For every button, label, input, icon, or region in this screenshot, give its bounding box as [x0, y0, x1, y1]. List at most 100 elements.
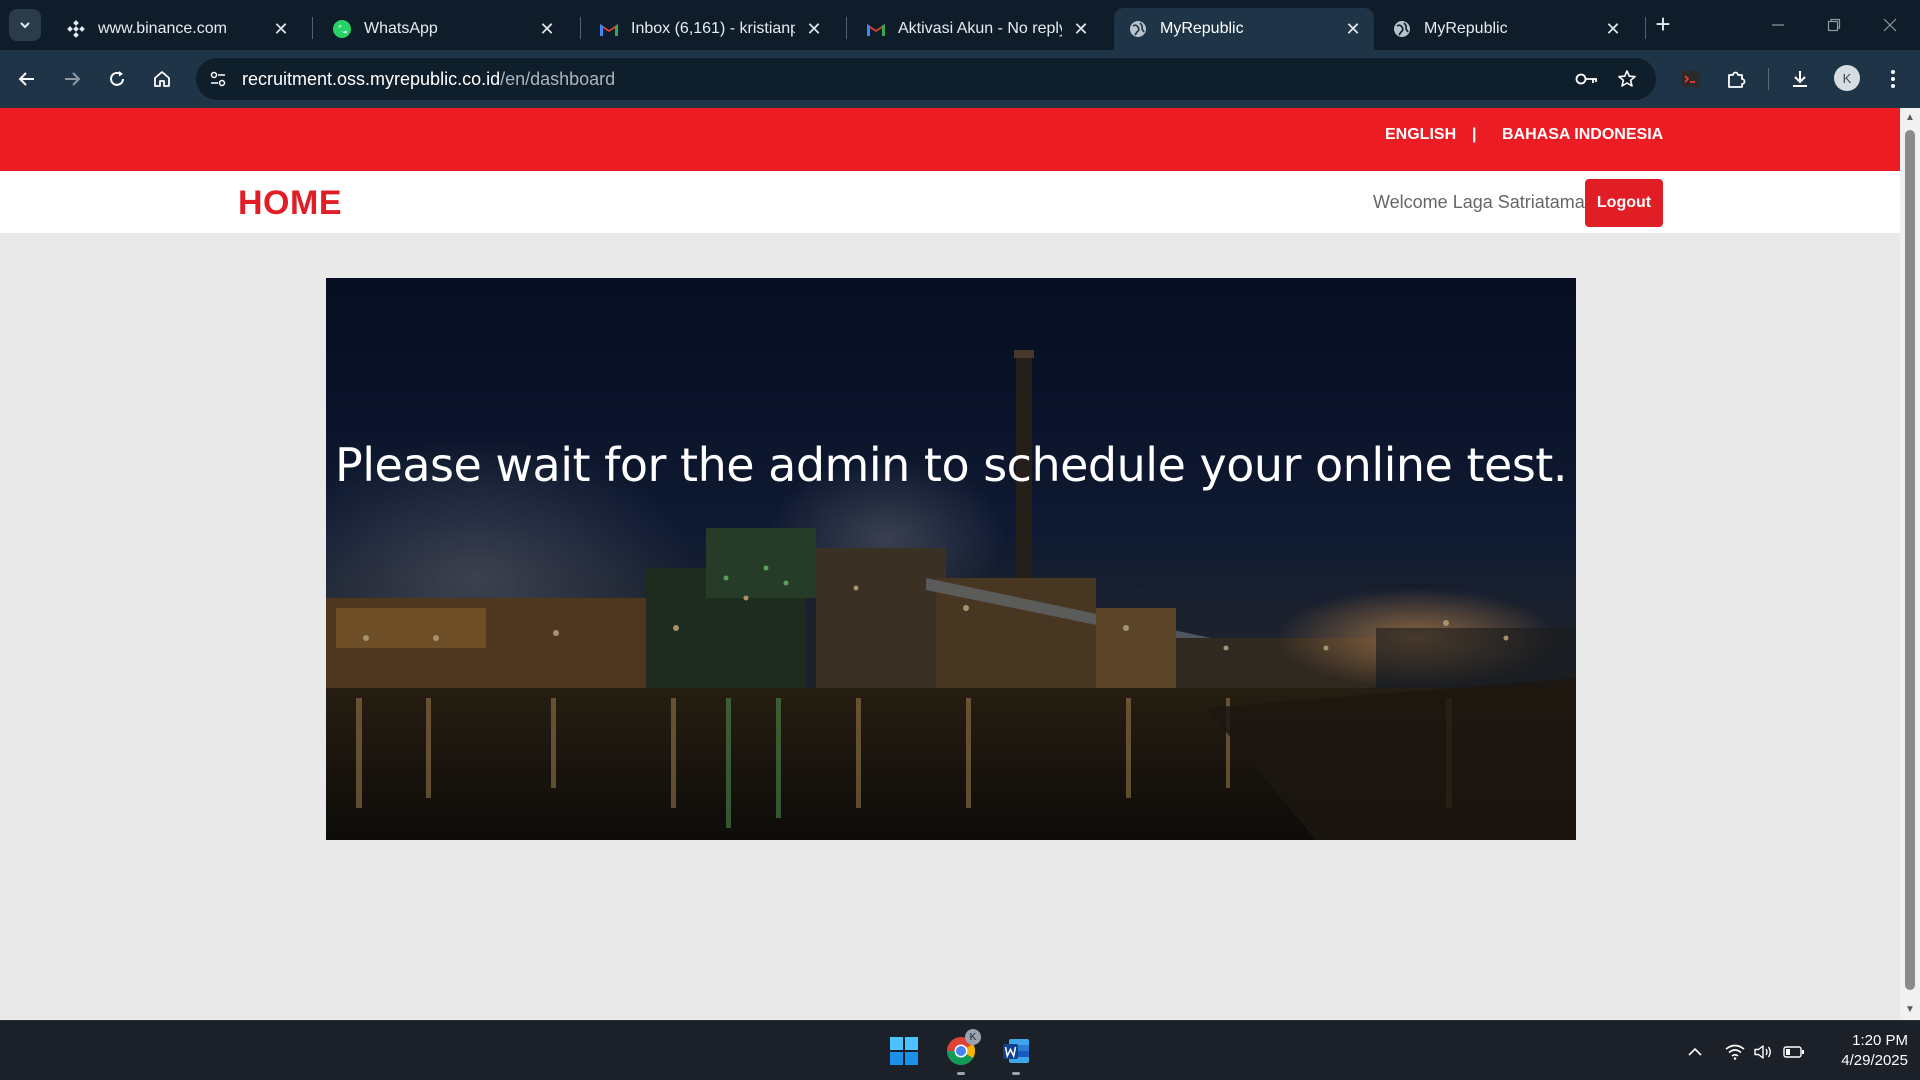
tab-gmail-inbox[interactable]: Inbox (6,161) - kristianptr2 ✕	[585, 8, 835, 50]
close-icon[interactable]: ✕	[1070, 18, 1092, 40]
toolbar-divider	[1768, 68, 1769, 90]
terminal-extension-icon	[1682, 71, 1700, 87]
show-hidden-icons-button[interactable]	[1684, 1041, 1706, 1063]
new-tab-button[interactable]: +	[1650, 11, 1676, 38]
restore-icon	[1827, 18, 1841, 32]
home-link[interactable]: HOME	[238, 184, 342, 223]
start-button[interactable]	[884, 1031, 924, 1071]
url-path: /en/dashboard	[500, 68, 616, 89]
running-indicator	[1012, 1072, 1020, 1075]
tab-title: MyRepublic	[1160, 20, 1244, 37]
running-indicator	[957, 1072, 965, 1075]
bookmark-button[interactable]	[1610, 62, 1644, 96]
vertical-scrollbar[interactable]: ▲ ▼	[1900, 108, 1920, 1020]
tab-title: MyRepublic	[1424, 20, 1508, 37]
tab-divider	[312, 17, 313, 39]
home-button[interactable]	[145, 62, 179, 96]
clock-time: 1:20 PM	[1852, 1032, 1908, 1049]
gmail-icon	[866, 19, 886, 39]
url-host: recruitment.oss.myrepublic.co.id	[242, 68, 501, 89]
language-indonesian-link[interactable]: BAHASA INDONESIA	[1502, 126, 1663, 144]
address-bar[interactable]: recruitment.oss.myrepublic.co.id/en/dash…	[196, 58, 1656, 100]
tab-divider	[1645, 17, 1646, 39]
windows-taskbar: K 1:20 PM 4/29/2025	[0, 1020, 1920, 1080]
close-icon[interactable]: ✕	[536, 18, 558, 40]
url-text[interactable]: recruitment.oss.myrepublic.co.id/en/dash…	[242, 69, 615, 90]
language-english-link[interactable]: ENGLISH	[1385, 126, 1456, 144]
restore-button[interactable]	[1814, 8, 1854, 42]
reload-button[interactable]	[100, 62, 134, 96]
logout-button[interactable]: Logout	[1585, 179, 1663, 227]
tab-binance[interactable]: www.binance.com ✕	[52, 8, 302, 50]
menu-button[interactable]	[1876, 62, 1910, 96]
tab-title: www.binance.com	[98, 20, 227, 37]
site-navbar: HOME Welcome Laga Satriatama Logout	[0, 171, 1900, 233]
close-icon[interactable]: ✕	[270, 18, 292, 40]
close-icon[interactable]: ✕	[803, 18, 825, 40]
power-plant-night-image	[326, 278, 1576, 840]
speaker-icon	[1754, 1045, 1771, 1059]
tab-divider	[846, 17, 847, 39]
tab-whatsapp[interactable]: WhatsApp ✕	[318, 8, 568, 50]
scroll-up-arrow-icon[interactable]: ▲	[1904, 112, 1916, 124]
reload-icon	[110, 71, 124, 86]
gmail-icon	[599, 19, 619, 39]
chrome-profile-badge: K	[965, 1029, 981, 1045]
battery-icon	[1783, 1046, 1804, 1058]
system-clock[interactable]: 1:20 PM 4/29/2025	[1816, 1031, 1908, 1071]
chevron-down-icon	[20, 22, 30, 29]
home-icon	[154, 71, 170, 87]
volume-button[interactable]	[1752, 1041, 1774, 1063]
language-bar: ENGLISH | BAHASA INDONESIA	[0, 108, 1900, 171]
minimize-button[interactable]	[1758, 8, 1798, 42]
forward-button[interactable]	[55, 62, 89, 96]
tab-title: Inbox (6,161) - kristianptr2	[631, 20, 795, 37]
arrow-right-icon	[65, 72, 81, 86]
windows-start-icon	[890, 1037, 918, 1065]
profile-avatar[interactable]: K	[1834, 65, 1860, 91]
kebab-menu-icon	[1891, 70, 1895, 88]
tab-myrepublic[interactable]: MyRepublic ✕	[1378, 8, 1634, 50]
site-info-button[interactable]	[200, 61, 236, 97]
globe-icon	[1128, 19, 1148, 39]
close-icon[interactable]: ✕	[1342, 18, 1364, 40]
download-icon	[1793, 71, 1807, 87]
password-key-button[interactable]	[1570, 62, 1604, 96]
tune-icon	[210, 71, 226, 87]
whatsapp-icon	[332, 19, 352, 39]
back-button[interactable]	[10, 62, 44, 96]
minimize-icon	[1772, 24, 1784, 26]
extensions-menu-button[interactable]	[1719, 62, 1753, 96]
tab-title: Aktivasi Akun - No reply -	[898, 20, 1062, 37]
clock-date: 4/29/2025	[1841, 1052, 1908, 1069]
globe-icon	[1392, 19, 1412, 39]
taskbar-chrome[interactable]: K	[941, 1029, 981, 1075]
tab-search-button[interactable]	[9, 9, 41, 41]
wifi-icon	[1725, 1044, 1745, 1060]
downloads-button[interactable]	[1783, 62, 1817, 96]
tab-strip: www.binance.com ✕ WhatsApp ✕ Inbox (6,16…	[0, 0, 1920, 50]
browser-toolbar: recruitment.oss.myrepublic.co.id/en/dash…	[0, 50, 1920, 108]
tab-gmail-aktivasi[interactable]: Aktivasi Akun - No reply - ✕	[852, 8, 1102, 50]
language-separator: |	[1472, 126, 1477, 143]
star-icon	[1618, 70, 1636, 87]
welcome-text: Welcome Laga Satriatama	[1373, 192, 1585, 212]
close-icon[interactable]: ✕	[1602, 18, 1624, 40]
battery-button[interactable]	[1783, 1041, 1805, 1063]
wifi-button[interactable]	[1724, 1041, 1746, 1063]
taskbar-word[interactable]	[996, 1031, 1036, 1075]
tab-myrepublic-active[interactable]: MyRepublic ✕	[1114, 8, 1374, 50]
hero-banner: Please wait for the admin to schedule yo…	[326, 278, 1576, 840]
scroll-down-arrow-icon[interactable]: ▼	[1904, 1004, 1916, 1016]
chevron-up-icon	[1688, 1047, 1702, 1056]
key-icon	[1575, 73, 1597, 85]
tab-title: WhatsApp	[364, 20, 438, 37]
window-close-button[interactable]	[1870, 8, 1910, 42]
scroll-thumb[interactable]	[1905, 130, 1915, 990]
page-viewport: ENGLISH | BAHASA INDONESIA HOME Welcome …	[0, 108, 1900, 1008]
extension-button[interactable]	[1674, 62, 1708, 96]
hero-message: Please wait for the admin to schedule yo…	[335, 438, 1567, 492]
arrow-left-icon	[18, 72, 34, 86]
tab-divider	[580, 17, 581, 39]
puzzle-icon	[1728, 71, 1746, 88]
